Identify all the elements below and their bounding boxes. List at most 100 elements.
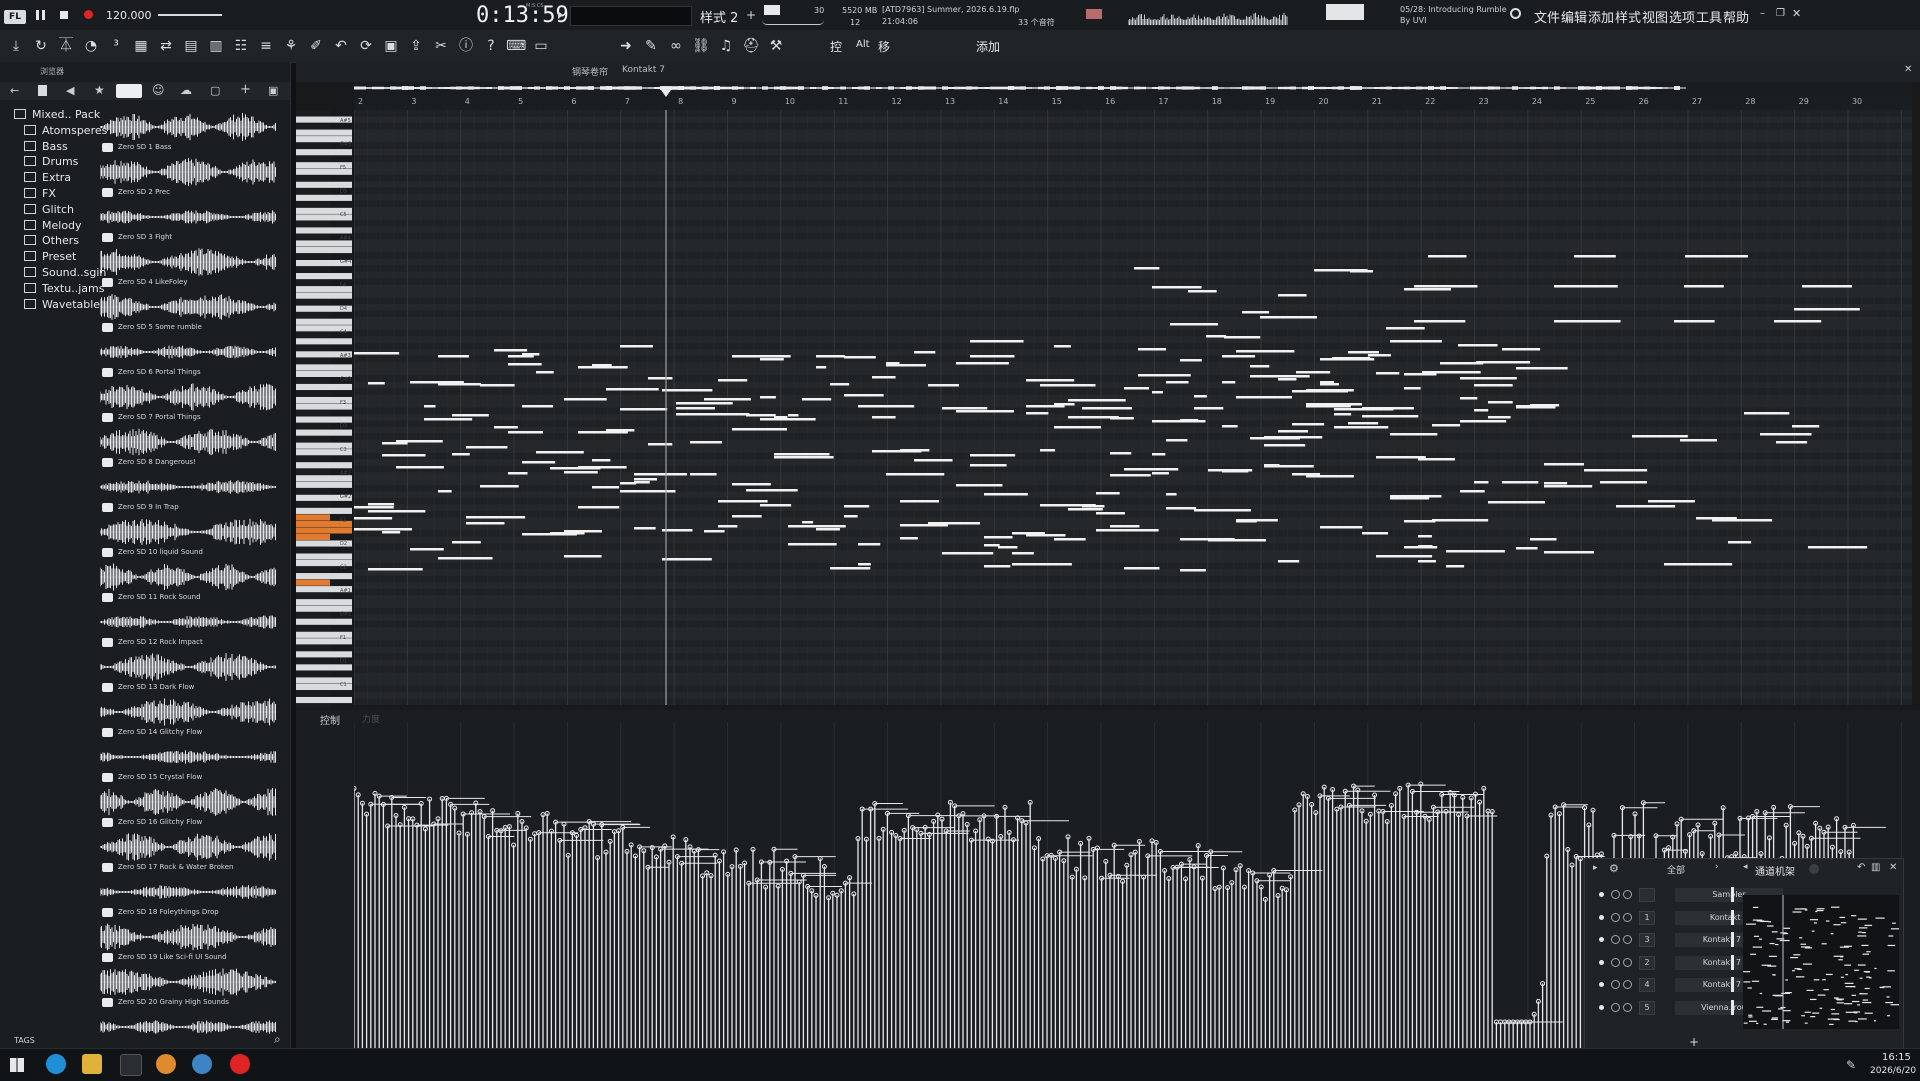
note[interactable]	[592, 459, 611, 462]
channel-mixer-track[interactable]: 1	[1639, 910, 1655, 925]
note[interactable]	[1026, 534, 1066, 537]
channel-select-bar[interactable]	[1731, 932, 1734, 948]
note[interactable]	[1180, 569, 1206, 572]
note[interactable]	[1712, 519, 1773, 522]
rack-gear-icon[interactable]: ⚙	[1609, 862, 1619, 875]
note[interactable]	[1096, 512, 1125, 515]
explorer-icon[interactable]	[82, 1054, 102, 1074]
note[interactable]	[480, 384, 515, 387]
note[interactable]	[1012, 563, 1072, 566]
sample-play-icon[interactable]	[102, 188, 113, 197]
note[interactable]	[1224, 336, 1261, 339]
note[interactable]	[1664, 563, 1733, 566]
note[interactable]	[1170, 323, 1219, 326]
channel-mixer-track[interactable]: 3	[1639, 933, 1655, 948]
rack-add-button[interactable]: +	[1689, 1035, 1699, 1049]
menu-item-3[interactable]: 样式	[1615, 7, 1641, 26]
note[interactable]	[956, 362, 1009, 365]
mixer-icon[interactable]: ☷	[231, 36, 251, 56]
note[interactable]	[1242, 311, 1270, 314]
blend-icon[interactable]: ⇄	[156, 36, 176, 56]
folder-item[interactable]: Extra	[24, 171, 71, 184]
note[interactable]	[1068, 508, 1103, 511]
note[interactable]	[816, 366, 827, 369]
note[interactable]	[466, 522, 505, 525]
note[interactable]	[1386, 327, 1425, 330]
note[interactable]	[424, 405, 436, 408]
note[interactable]	[732, 483, 771, 486]
sample-play-icon[interactable]	[102, 593, 113, 602]
menu-item-5[interactable]: 选项	[1669, 7, 1695, 26]
note[interactable]	[858, 563, 871, 566]
note[interactable]	[1348, 422, 1379, 425]
stop-icon[interactable]	[60, 11, 68, 19]
sample-item[interactable]: Zero SD 7 Portal Things	[100, 382, 276, 427]
note[interactable]	[984, 536, 1013, 539]
note[interactable]	[1760, 433, 1812, 436]
note[interactable]	[1680, 439, 1717, 442]
note[interactable]	[1152, 286, 1202, 289]
timeline-ruler[interactable]: 2 3 4 5 6 7 8 9 10 11 12 13 14 15 16 17 18 19 20 21 22 23 24 25…	[354, 96, 1912, 110]
note[interactable]	[1446, 550, 1505, 553]
note[interactable]	[1334, 426, 1389, 429]
note[interactable]	[1222, 470, 1249, 473]
note[interactable]	[1082, 407, 1133, 410]
note[interactable]	[1446, 565, 1465, 568]
piano-roll-close-icon[interactable]: ✕	[1904, 64, 1912, 75]
tags-search-icon[interactable]: ⌕	[274, 1032, 281, 1047]
edge-icon[interactable]	[46, 1054, 66, 1074]
note[interactable]	[1194, 407, 1224, 410]
note[interactable]	[606, 388, 659, 391]
note[interactable]	[1306, 389, 1354, 392]
note[interactable]	[1488, 501, 1546, 504]
fl-studio-icon[interactable]	[156, 1054, 176, 1074]
browser-folder-active-icon[interactable]	[116, 84, 142, 98]
note[interactable]	[1222, 425, 1238, 428]
channel-pan-knob[interactable]	[1611, 980, 1620, 990]
note[interactable]	[592, 364, 612, 367]
note[interactable]	[1054, 426, 1101, 429]
note[interactable]	[886, 405, 910, 408]
sample-play-icon[interactable]	[102, 548, 113, 557]
note[interactable]	[774, 416, 788, 419]
browser-arrow-left-icon[interactable]: ←	[10, 84, 19, 97]
note[interactable]	[1574, 255, 1616, 258]
note[interactable]	[1054, 403, 1075, 406]
note[interactable]	[1110, 474, 1151, 477]
note[interactable]	[1188, 290, 1217, 293]
vu-icon[interactable]: ♫	[716, 36, 736, 56]
sample-play-icon[interactable]	[102, 368, 113, 377]
start-icon[interactable]	[10, 1058, 24, 1072]
note[interactable]	[1476, 361, 1531, 364]
note[interactable]	[1296, 371, 1331, 374]
record-icon[interactable]	[84, 10, 93, 19]
note[interactable]	[1600, 481, 1647, 484]
note[interactable]	[1802, 285, 1852, 288]
note[interactable]	[438, 383, 482, 386]
note[interactable]	[564, 530, 602, 533]
note[interactable]	[760, 358, 784, 361]
note[interactable]	[830, 383, 850, 386]
rack-filter-arrow-icon[interactable]: ›	[1715, 862, 1719, 872]
channel-select-bar[interactable]	[1731, 977, 1734, 993]
sample-item[interactable]: Zero SD 16 Glitchy Flow	[100, 787, 276, 832]
note[interactable]	[760, 418, 816, 421]
note[interactable]	[1222, 355, 1256, 358]
note[interactable]	[1054, 345, 1071, 348]
note[interactable]	[438, 490, 452, 493]
note[interactable]	[1278, 294, 1307, 297]
note[interactable]	[1110, 417, 1134, 420]
sample-play-icon[interactable]	[102, 683, 113, 692]
note[interactable]	[1460, 397, 1478, 400]
folder-item[interactable]: Drums	[24, 155, 78, 168]
note[interactable]	[844, 515, 858, 518]
rack-swing-knob[interactable]	[1809, 864, 1819, 874]
note[interactable]	[1026, 412, 1049, 415]
note[interactable]	[1278, 378, 1297, 381]
note[interactable]	[1418, 545, 1433, 548]
folder-item[interactable]: FX	[24, 187, 56, 200]
note[interactable]	[1152, 453, 1166, 456]
note[interactable]	[522, 461, 556, 464]
note[interactable]	[970, 464, 1007, 467]
note[interactable]	[354, 517, 393, 520]
